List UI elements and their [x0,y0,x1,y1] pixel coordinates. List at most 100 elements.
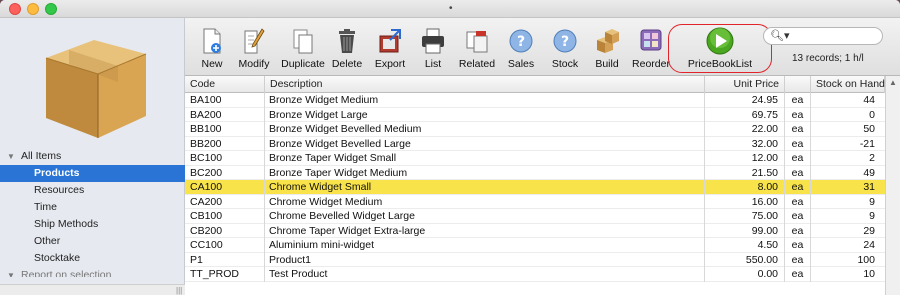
cell-code: CA100 [185,180,265,195]
cell-unit-price: 99.00 [705,223,785,238]
delete-button[interactable]: Delete [331,26,363,72]
disclosure-triangle-icon[interactable]: ▼ [7,148,21,165]
tool-label: Export [374,58,406,70]
cell-stock-on-hand: 9 [869,195,875,208]
column-header-unit-price[interactable]: Unit Price [705,76,785,93]
tool-label: Build [595,58,619,70]
cell-description: Bronze Widget Medium [265,93,705,108]
cell-unit: ea [785,107,811,122]
table-row[interactable]: CB100 Chrome Bevelled Widget Large 75.00 ea… [185,209,885,224]
cell-description: Product1 [265,252,705,267]
tool-label: Stock [551,58,579,70]
reorder-icon [640,29,662,51]
cell-stock-on-hand: 24 [863,239,875,251]
table-scrollbar[interactable]: ▲ [885,76,900,295]
help-bubble-icon: ? [509,29,533,53]
close-window-button[interactable] [9,3,21,15]
app-window: • ▼ All Items Products Resources Time Sh… [0,0,900,295]
sidebar-item-all-items[interactable]: ▼ All Items [0,148,185,165]
title-bar: • [0,0,900,18]
table-row[interactable]: TT_PROD Test Product 0.00 ea 10 [185,267,885,282]
cell-stock-on-hand: 0 [869,108,875,121]
duplicate-button[interactable]: Duplicate [279,26,327,72]
cell-unit-price: 32.00 [705,136,785,151]
scroll-up-arrow-icon[interactable]: ▲ [889,78,897,87]
cell-unit-price: 8.00 [705,180,785,195]
cell-code: CC100 [185,238,265,253]
cell-code: CB200 [185,223,265,238]
cell-description: Bronze Taper Widget Small [265,151,705,166]
sidebar-item-resources[interactable]: Resources [0,182,185,199]
cell-unit: ea [785,209,811,224]
new-button[interactable]: New [197,26,227,72]
cell-unit: ea [785,180,811,195]
search-icon[interactable]: 🔍︎▾ [770,29,790,42]
related-icon [466,31,488,53]
svg-text:?: ? [517,34,525,50]
table-row[interactable]: BB100 Bronze Widget Bevelled Medium 22.00 e… [185,122,885,137]
table-row[interactable]: CC100 Aluminium mini-widget 4.50 ea 24 [185,238,885,253]
cell-unit: ea [785,122,811,137]
modify-button[interactable]: Modify [236,26,272,72]
cell-code: TT_PROD [185,267,265,282]
table-row[interactable]: BA200 Bronze Widget Large 69.75 ea 0 [185,107,885,122]
sidebar-item-other[interactable]: Other [0,233,185,250]
sidebar-item-ship-methods[interactable]: Ship Methods [0,216,185,233]
cell-code: BB200 [185,136,265,151]
cell-unit-price: 4.50 [705,238,785,253]
cell-stock-on-hand: 49 [863,166,875,179]
sidebar-item-label: Resources [34,184,85,196]
cell-unit-price: 69.75 [705,107,785,122]
table-row[interactable]: BC100 Bronze Taper Widget Small 12.00 ea 2 [185,151,885,166]
stock-button[interactable]: ? Stock [549,26,581,72]
sidebar-item-label: All Items [21,150,62,162]
column-header-stock-on-hand[interactable]: Stock on Hand [811,76,885,93]
sidebar-item-stocktake[interactable]: Stocktake [0,250,185,267]
trash-icon [339,29,355,53]
table-row[interactable]: CA100 Chrome Widget Small 8.00 ea 31 [185,180,885,195]
export-button[interactable]: Export [372,26,408,72]
table-row[interactable]: CB200 Chrome Taper Widget Extra-large 99.0… [185,223,885,238]
cell-code: BB100 [185,122,265,137]
cell-description: Bronze Widget Large [265,107,705,122]
sidebar: ▼ All Items Products Resources Time Ship … [0,18,185,295]
cell-unit-price: 21.50 [705,165,785,180]
table-row[interactable]: CA200 Chrome Widget Medium 16.00 ea 9 [185,194,885,209]
table-row[interactable]: BC200 Bronze Taper Widget Medium 21.50 ea 49 [185,165,885,180]
table-row[interactable]: BA100 Bronze Widget Medium 24.95 ea 44 [185,93,885,108]
cell-code: CB100 [185,209,265,224]
sidebar-item-time[interactable]: Time [0,199,185,216]
build-button[interactable]: Build [593,26,621,72]
table-header: Code Description Unit Price Stock on Han… [185,76,900,93]
tool-label: Delete [331,58,363,70]
tool-label: Sales [507,58,535,70]
sidebar-item-label: Other [34,235,61,247]
table-row[interactable]: BB200 Bronze Widget Bevelled Large 32.00 ea… [185,136,885,151]
sidebar-item-products[interactable]: Products [0,165,185,182]
sidebar-item-label: Products [34,167,80,179]
record-count: 13 records; 1 h/l [792,53,864,64]
column-header-description[interactable]: Description [265,76,705,93]
search-field[interactable]: 🔍︎▾ [763,27,883,45]
cell-unit: ea [785,151,811,166]
disclosure-triangle-icon[interactable]: ▼ [7,267,21,277]
reorder-button[interactable]: Reorder [631,26,671,72]
toolbar: New Modify Duplicate Delete Export List … [185,18,900,76]
sales-button[interactable]: ? Sales [505,26,537,72]
resize-grip-icon[interactable]: ||| [176,286,182,295]
sidebar-scrollbar[interactable]: ||| [0,284,185,295]
column-header-code[interactable]: Code [185,76,265,93]
zoom-window-button[interactable] [45,3,57,15]
cell-unit: ea [785,238,811,253]
column-header-unit[interactable] [785,76,811,93]
minimize-window-button[interactable] [27,3,39,15]
cell-description: Aluminium mini-widget [265,238,705,253]
cell-stock-on-hand: 29 [863,224,875,237]
cell-unit-price: 16.00 [705,194,785,209]
list-button[interactable]: List [419,26,447,72]
sidebar-item-report-on-selection[interactable]: ▼ Report on selection [0,267,185,277]
cell-description: Chrome Widget Small [265,180,705,195]
cell-stock-on-hand: 100 [857,253,875,266]
table-row[interactable]: P1 Product1 550.00 ea 100 [185,252,885,267]
related-button[interactable]: Related [457,26,497,72]
